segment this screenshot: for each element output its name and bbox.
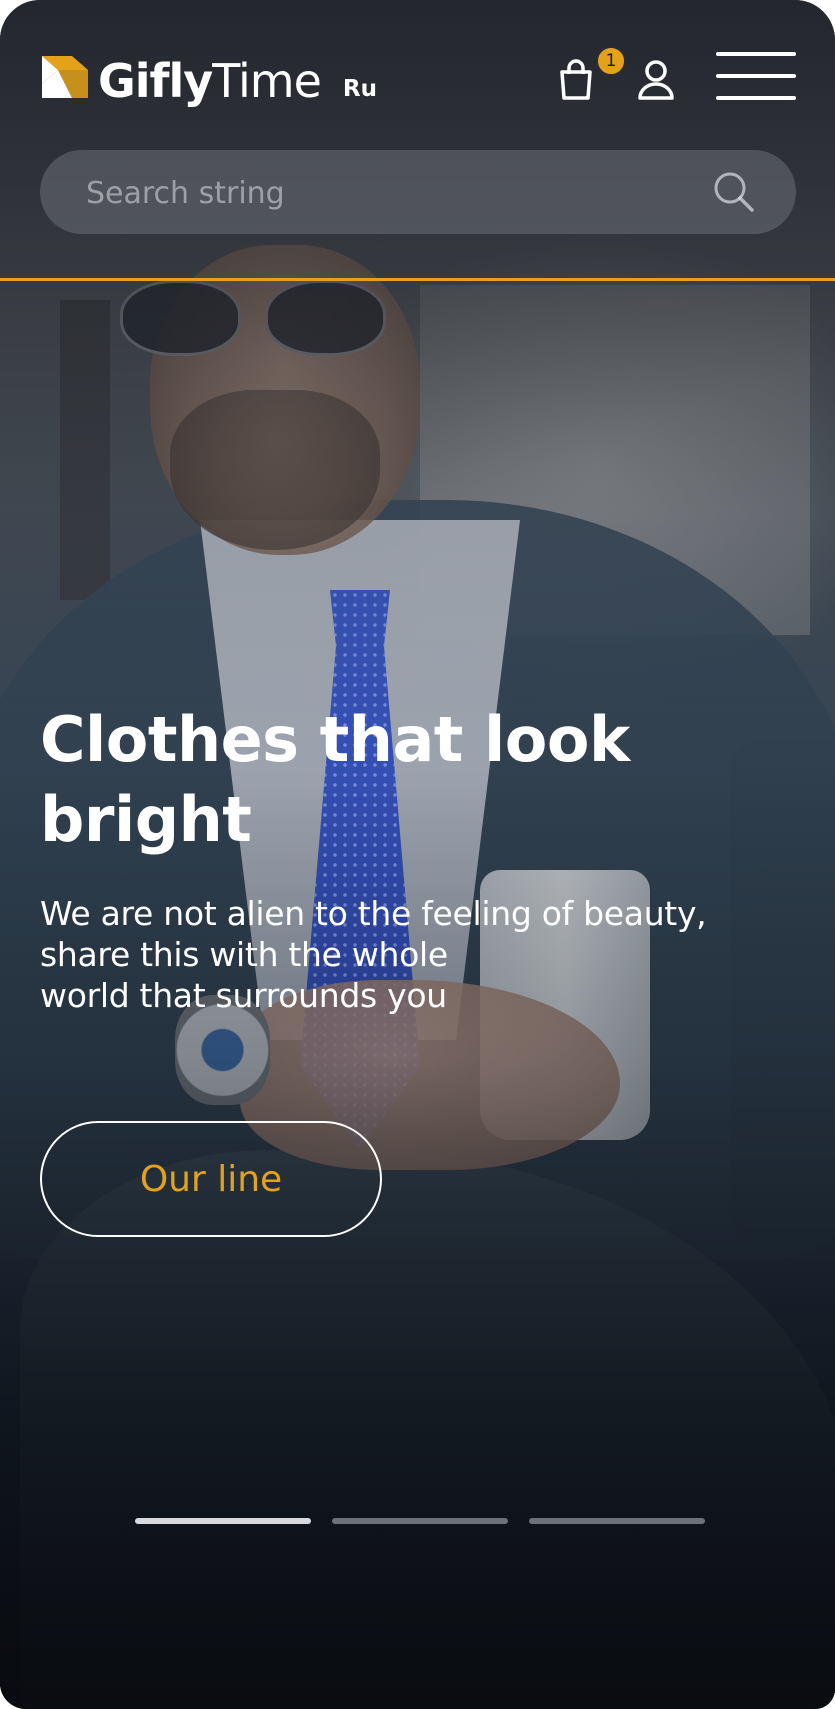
hero-title: Clothes that look bright: [40, 703, 630, 856]
hamburger-menu-icon[interactable]: [716, 52, 796, 104]
cart-count-badge: 1: [596, 46, 626, 76]
shopping-bag-icon[interactable]: [556, 58, 596, 102]
hero-subtitle-line: world that surrounds you: [40, 976, 447, 1015]
user-icon[interactable]: [636, 58, 676, 102]
hero-subtitle-line: We are not alien to the feeling of beaut…: [40, 894, 707, 933]
phone-frame: GiflyTime Ru 1 Search string Clothes tha…: [0, 0, 835, 1709]
site-header: GiflyTime Ru 1: [0, 0, 835, 280]
logo-text-regular: Time: [212, 54, 322, 108]
header-divider: [0, 278, 835, 281]
logo-text-bold: Gifly: [98, 54, 213, 108]
search-icon[interactable]: [710, 168, 758, 216]
hero-subtitle: We are not alien to the feeling of beaut…: [40, 893, 770, 1016]
locale-switcher[interactable]: Ru: [343, 76, 377, 102]
search-input[interactable]: [84, 150, 688, 236]
slider-dot-3[interactable]: [529, 1518, 705, 1524]
hero-subtitle-line: share this with the whole: [40, 935, 448, 974]
screen: GiflyTime Ru 1 Search string Clothes tha…: [0, 0, 835, 1709]
logo-link[interactable]: GiflyTime Ru: [42, 56, 377, 104]
slider-dot-2[interactable]: [332, 1518, 508, 1524]
logo-text: GiflyTime: [98, 58, 322, 104]
search-bar: [40, 150, 796, 236]
logo-mark-icon: [42, 56, 88, 98]
slider-pagination: [135, 1518, 705, 1526]
our-line-button[interactable]: Our line: [40, 1121, 382, 1237]
slider-dot-1[interactable]: [135, 1518, 311, 1524]
